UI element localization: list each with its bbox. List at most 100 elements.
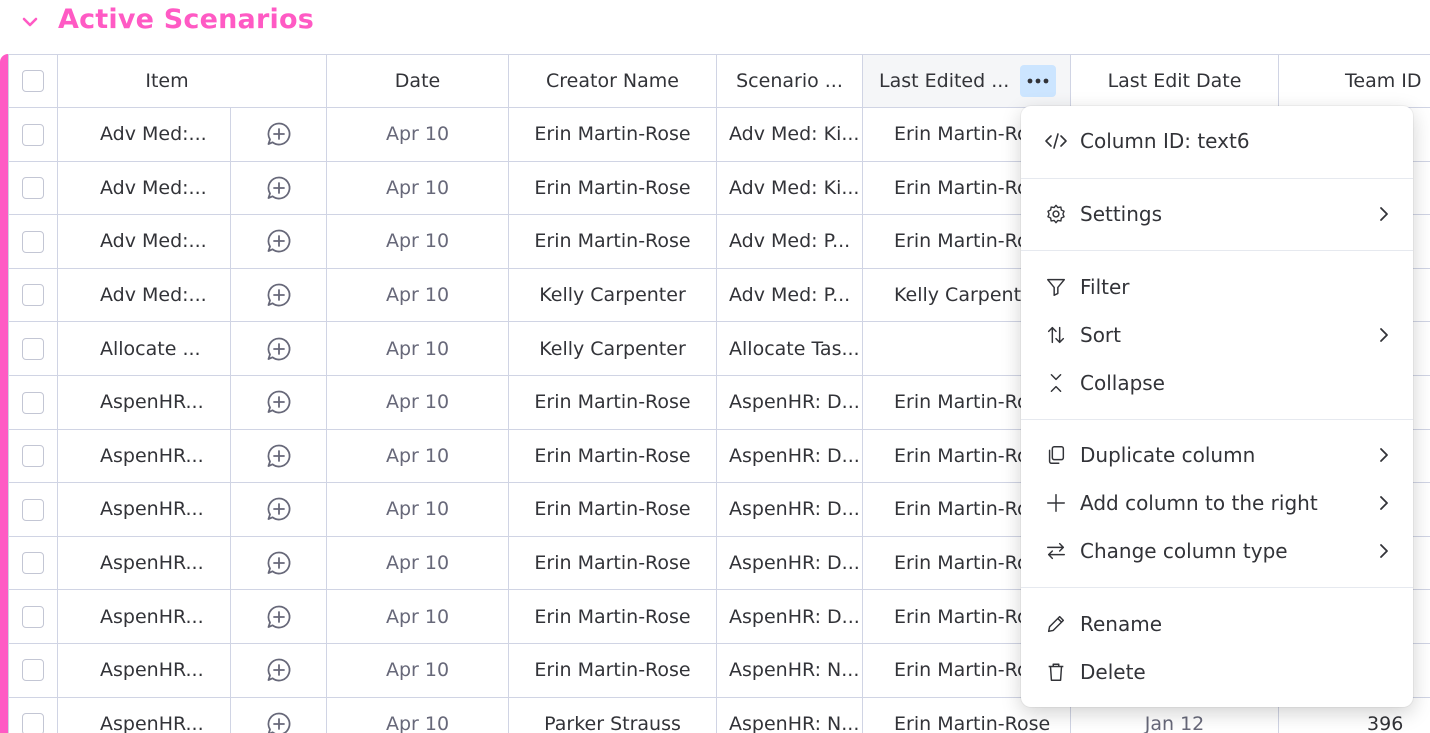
creator-cell[interactable]: Kelly Carpenter	[508, 321, 718, 376]
date-cell[interactable]: Apr 10	[326, 267, 510, 323]
menu-item-add-column-right[interactable]: Add column to the right	[1021, 481, 1413, 525]
row-checkbox[interactable]	[22, 552, 44, 575]
date-cell[interactable]: Apr 10	[326, 107, 510, 162]
column-header-team-id[interactable]: Team ID	[1278, 54, 1430, 108]
row-checkbox[interactable]	[22, 230, 44, 253]
date-cell[interactable]: Apr 10	[326, 642, 510, 698]
creator-cell[interactable]: Erin Martin-Rose	[508, 107, 718, 162]
menu-item-delete[interactable]: Delete	[1021, 650, 1413, 694]
updates-cell[interactable]	[229, 428, 328, 484]
item-name-cell[interactable]: AspenHR...	[57, 535, 231, 591]
item-name-cell[interactable]: Allocate ...	[57, 321, 231, 376]
column-header-last-edit-date[interactable]: Last Edit Date	[1070, 54, 1280, 108]
creator-cell[interactable]: Erin Martin-Rose	[508, 428, 718, 484]
updates-cell[interactable]	[229, 589, 328, 644]
item-name-cell[interactable]: AspenHR...	[57, 428, 231, 484]
updates-cell[interactable]	[229, 321, 328, 376]
row-checkbox[interactable]	[22, 391, 44, 414]
add-update-icon[interactable]	[265, 495, 293, 523]
item-name-cell[interactable]: Adv Med:...	[57, 214, 231, 269]
row-checkbox[interactable]	[22, 605, 44, 628]
item-name-cell[interactable]: Adv Med:...	[57, 107, 231, 162]
menu-item-column-id[interactable]: Column ID: text6	[1021, 119, 1413, 163]
row-checkbox[interactable]	[22, 337, 44, 360]
row-checkbox[interactable]	[22, 713, 44, 733]
updates-cell[interactable]	[229, 374, 328, 430]
updates-cell[interactable]	[229, 267, 328, 323]
menu-item-change-column-type[interactable]: Change column type	[1021, 529, 1413, 573]
date-cell[interactable]: Apr 10	[326, 214, 510, 269]
creator-cell[interactable]: Kelly Carpenter	[508, 267, 718, 323]
menu-item-duplicate-column[interactable]: Duplicate column	[1021, 433, 1413, 477]
scenario-cell[interactable]: AspenHR: D...	[716, 374, 864, 430]
date-cell[interactable]: Apr 10	[326, 482, 510, 537]
add-update-icon[interactable]	[265, 442, 293, 470]
updates-cell[interactable]	[229, 642, 328, 698]
creator-cell[interactable]: Erin Martin-Rose	[508, 535, 718, 591]
creator-cell[interactable]: Erin Martin-Rose	[508, 589, 718, 644]
date-cell[interactable]: Apr 10	[326, 374, 510, 430]
creator-cell[interactable]: Erin Martin-Rose	[508, 160, 718, 216]
creator-cell[interactable]: Parker Strauss	[508, 696, 718, 733]
item-name-cell[interactable]: AspenHR...	[57, 589, 231, 644]
creator-cell[interactable]: Erin Martin-Rose	[508, 482, 718, 537]
row-checkbox[interactable]	[22, 445, 44, 468]
scenario-cell[interactable]: AspenHR: D...	[716, 482, 864, 537]
item-name-cell[interactable]: AspenHR...	[57, 374, 231, 430]
date-cell[interactable]: Apr 10	[326, 696, 510, 733]
add-update-icon[interactable]	[265, 656, 293, 684]
menu-item-filter[interactable]: Filter	[1021, 265, 1413, 309]
add-update-icon[interactable]	[265, 227, 293, 255]
group-title[interactable]: Active Scenarios	[58, 4, 314, 35]
select-all-checkbox[interactable]	[22, 70, 44, 93]
creator-cell[interactable]: Erin Martin-Rose	[508, 642, 718, 698]
add-update-icon[interactable]	[265, 710, 293, 733]
date-cell[interactable]: Apr 10	[326, 160, 510, 216]
updates-cell[interactable]	[229, 160, 328, 216]
row-checkbox[interactable]	[22, 659, 44, 682]
creator-cell[interactable]: Erin Martin-Rose	[508, 214, 718, 269]
updates-cell[interactable]	[229, 535, 328, 591]
item-name-cell[interactable]: AspenHR...	[57, 696, 231, 733]
column-header-scenario[interactable]: Scenario ...	[716, 54, 864, 108]
menu-item-rename[interactable]: Rename	[1021, 602, 1413, 646]
creator-cell[interactable]: Erin Martin-Rose	[508, 374, 718, 430]
scenario-cell[interactable]: Adv Med: P...	[716, 214, 864, 269]
add-update-icon[interactable]	[265, 281, 293, 309]
date-cell[interactable]: Apr 10	[326, 321, 510, 376]
column-header-date[interactable]: Date	[326, 54, 510, 108]
date-cell[interactable]: Apr 10	[326, 535, 510, 591]
add-update-icon[interactable]	[265, 388, 293, 416]
scenario-cell[interactable]: AspenHR: D...	[716, 428, 864, 484]
row-checkbox[interactable]	[22, 284, 44, 307]
updates-cell[interactable]	[229, 107, 328, 162]
add-update-icon[interactable]	[265, 549, 293, 577]
updates-cell[interactable]	[229, 696, 328, 733]
scenario-cell[interactable]: AspenHR: N...	[716, 642, 864, 698]
add-update-icon[interactable]	[265, 603, 293, 631]
scenario-cell[interactable]: Adv Med: Ki...	[716, 160, 864, 216]
updates-cell[interactable]	[229, 482, 328, 537]
row-checkbox[interactable]	[22, 498, 44, 521]
add-update-icon[interactable]	[265, 335, 293, 363]
scenario-cell[interactable]: Adv Med: Ki...	[716, 107, 864, 162]
scenario-cell[interactable]: AspenHR: D...	[716, 535, 864, 591]
row-checkbox[interactable]	[22, 123, 44, 146]
add-update-icon[interactable]	[265, 174, 293, 202]
column-header-last-edited[interactable]: Last Edited ...	[862, 54, 1072, 108]
date-cell[interactable]: Apr 10	[326, 428, 510, 484]
chevron-down-icon[interactable]	[18, 10, 42, 34]
column-header-creator[interactable]: Creator Name	[508, 54, 718, 108]
updates-cell[interactable]	[229, 214, 328, 269]
scenario-cell[interactable]: AspenHR: D...	[716, 589, 864, 644]
column-header-item[interactable]: Item	[56, 54, 328, 108]
menu-item-collapse[interactable]: Collapse	[1021, 361, 1413, 405]
item-name-cell[interactable]: Adv Med:...	[57, 160, 231, 216]
item-name-cell[interactable]: Adv Med:...	[57, 267, 231, 323]
column-more-button[interactable]	[1020, 65, 1057, 97]
scenario-cell[interactable]: Allocate Tas...	[716, 321, 864, 376]
row-checkbox[interactable]	[22, 177, 44, 200]
scenario-cell[interactable]: Adv Med: P...	[716, 267, 864, 323]
item-name-cell[interactable]: AspenHR...	[57, 642, 231, 698]
add-update-icon[interactable]	[265, 120, 293, 148]
